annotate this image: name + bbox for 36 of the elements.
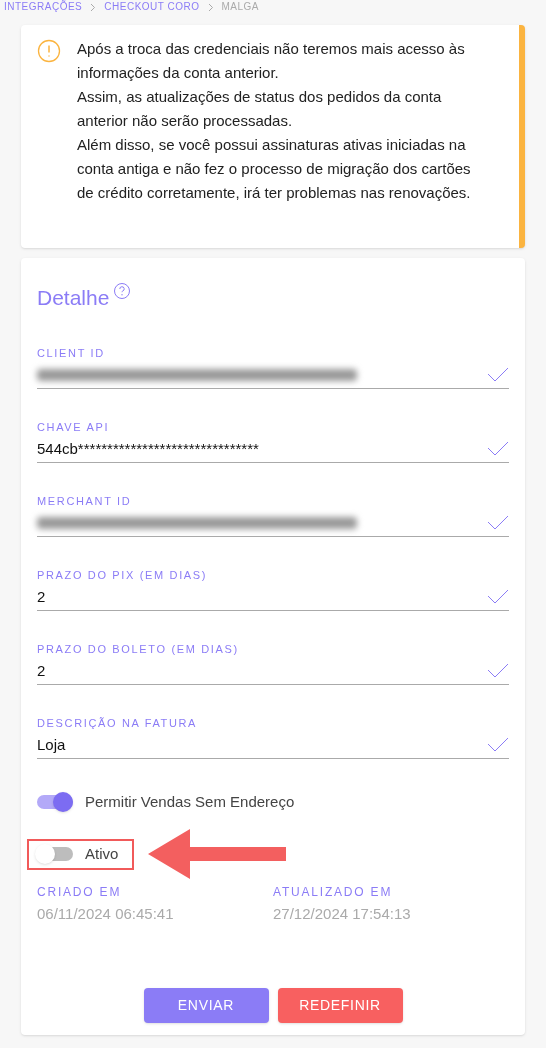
date-label: CRIADO EM [37, 884, 123, 901]
field-label: PRAZO DO PIX (EM DIAS) [37, 567, 209, 582]
input-field[interactable]: Loja [37, 732, 509, 759]
toggle-switch[interactable] [37, 794, 73, 809]
input-field[interactable]: 2 [37, 658, 509, 685]
reset-button[interactable]: REDEFINIR [277, 987, 403, 1023]
section-title: Detalhe [37, 285, 110, 311]
toggle-label: Permitir Vendas Sem Endereço [85, 791, 295, 812]
breadcrumb-link[interactable]: CHECKOUT CORO [104, 2, 200, 12]
arrow-icon [148, 829, 289, 879]
field-value: Loja [37, 735, 66, 753]
date-label: ATUALIZADO EM [273, 884, 394, 901]
field-label: PRAZO DO BOLETO (EM DIAS) [37, 641, 240, 656]
field-label: DESCRIÇÃO NA FATURA [37, 715, 199, 730]
alert-text: Além disso, se você possui assinaturas ativas iniciadas na conta antiga e não fez o processo de migração dos cartões de crédito corretamente, irá ter problemas nas renovações. [77, 135, 472, 203]
date-value: 27/12/2024 17:54:13 [273, 904, 412, 924]
input-field[interactable]: 544cb******************************* [37, 436, 509, 463]
chevron-icon [207, 2, 214, 12]
warning-icon [37, 39, 61, 63]
chevron-icon [90, 2, 97, 12]
toggle-label: Ativo [85, 843, 119, 864]
field-value: 2 [37, 661, 46, 679]
help-icon[interactable] [113, 282, 132, 300]
input-field[interactable]: 2 [37, 584, 509, 611]
field-label: CHAVE API [37, 419, 111, 434]
field-value: 2 [37, 587, 46, 605]
alert-text: Após a troca das credenciais não teremos mais acesso às informações da conta anterior. [77, 39, 466, 83]
breadcrumb-link[interactable]: INTEGRAÇÕES [4, 2, 83, 12]
field-label: CLIENT ID [37, 345, 106, 360]
field-value: 544cb******************************* [37, 439, 259, 457]
date-value: 06/11/2024 06:45:41 [37, 904, 175, 924]
breadcrumb-link[interactable]: MALGA [221, 2, 260, 12]
alert-text: Assim, as atualizações de status dos pedidos da conta anterior não serão processadas. [77, 87, 443, 131]
submit-button[interactable]: ENVIAR [143, 987, 269, 1023]
field-label: MERCHANT ID [37, 493, 133, 508]
toggle-switch[interactable] [37, 847, 73, 861]
